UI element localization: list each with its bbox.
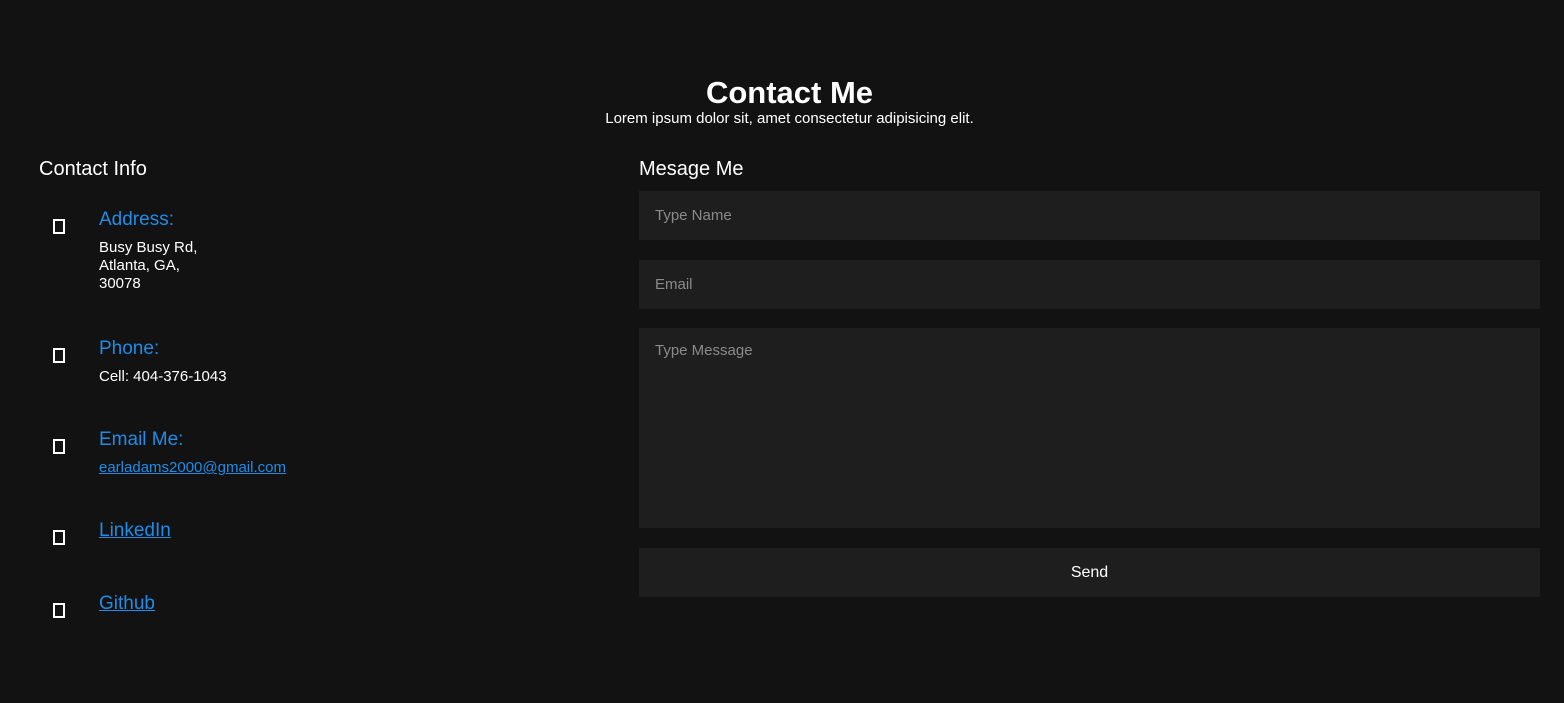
contact-page: Contact Me Lorem ipsum dolor sit, amet c… bbox=[0, 0, 1564, 703]
address-line: 30078 bbox=[99, 275, 141, 292]
page-header: Contact Me Lorem ipsum dolor sit, amet c… bbox=[0, 76, 1564, 128]
email-input[interactable] bbox=[639, 260, 1540, 309]
phone-icon bbox=[53, 348, 65, 363]
message-form-section: Mesage Me Send bbox=[639, 157, 1540, 597]
contact-info-section: Contact Info Address: Busy Busy Rd, Atla… bbox=[39, 157, 599, 618]
phone-value: Cell: 404-376-1043 bbox=[99, 368, 227, 385]
map-marker-icon bbox=[53, 219, 65, 234]
github-icon bbox=[53, 603, 65, 618]
envelope-icon bbox=[53, 439, 65, 454]
linkedin-icon bbox=[53, 530, 65, 545]
phone-label: Phone: bbox=[99, 338, 160, 359]
contact-info-title: Contact Info bbox=[39, 158, 147, 180]
page-subtitle: Lorem ipsum dolor sit, amet consectetur … bbox=[605, 110, 974, 127]
message-textarea[interactable] bbox=[639, 328, 1540, 528]
linkedin-link[interactable]: LinkedIn bbox=[99, 520, 171, 541]
name-input[interactable] bbox=[639, 191, 1540, 240]
send-button[interactable]: Send bbox=[639, 548, 1540, 597]
page-title: Contact Me bbox=[705, 75, 874, 110]
email-label: Email Me: bbox=[99, 429, 184, 450]
email-link[interactable]: earladams2000@gmail.com bbox=[99, 459, 286, 477]
address-label: Address: bbox=[99, 209, 174, 230]
message-form-title: Mesage Me bbox=[639, 158, 744, 180]
address-line: Busy Busy Rd, bbox=[99, 239, 198, 256]
github-link[interactable]: Github bbox=[99, 593, 155, 614]
address-value: Busy Busy Rd, Atlanta, GA, 30078 bbox=[99, 239, 197, 293]
address-line: Atlanta, GA, bbox=[99, 257, 180, 274]
